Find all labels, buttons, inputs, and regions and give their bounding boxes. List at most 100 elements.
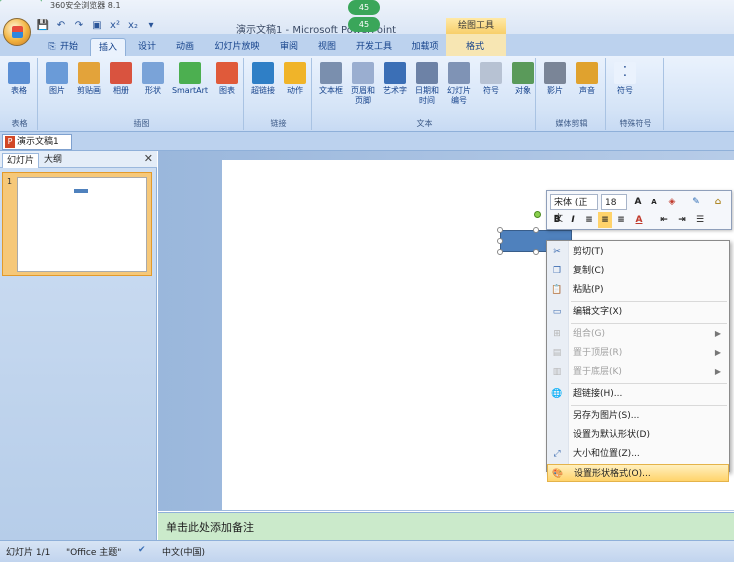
ribbon-button[interactable]: 艺术字 [380, 62, 410, 96]
ribbon: 表格 表格 图片 剪贴画 相册 形状 SmartArt 图表 插图 超链接 动作 链接 文本框 页眉和 页… [0, 56, 734, 132]
notes-pane[interactable]: 单击此处添加备注 [158, 512, 734, 540]
omega-icon [480, 62, 502, 84]
line-color-icon[interactable]: ✎ [689, 194, 703, 210]
context-menu-item[interactable]: 另存为图片(S)... [547, 407, 729, 425]
tab-format[interactable]: 格式 [460, 38, 490, 56]
tab-insert[interactable]: 插入 [90, 38, 126, 56]
align-center-icon[interactable]: ≡ [598, 212, 612, 228]
status-language[interactable]: 中文(中国) [162, 545, 205, 558]
ribbon-group-label: 特殊符号 [619, 119, 652, 128]
tab-addins[interactable]: 加载项 [408, 38, 442, 56]
decrease-indent-icon[interactable]: ⇤ [657, 212, 671, 228]
notification-badge[interactable]: 45 45 [348, 0, 380, 32]
ribbon-button-label: 符号 [617, 86, 633, 95]
superscript-icon[interactable]: x² [108, 19, 122, 32]
context-menu-item[interactable]: 📋 粘贴(P) [547, 281, 729, 299]
ribbon-button[interactable]: 图片 [42, 62, 72, 96]
star-icon [284, 62, 306, 84]
calendar-icon [416, 62, 438, 84]
document-tab[interactable]: 演示文稿1 [2, 134, 72, 150]
resize-handle-nw[interactable] [497, 227, 503, 233]
close-icon[interactable]: ✕ [144, 152, 153, 165]
font-name-select[interactable]: 宋体 (正文 [550, 194, 598, 224]
redo-icon[interactable]: ↷ [72, 19, 86, 32]
format-painter-icon[interactable]: ⌂ [711, 194, 725, 210]
ribbon-button[interactable]: 剪贴画 [74, 62, 104, 96]
ribbon-button[interactable]: 符号 [476, 62, 506, 96]
bold-button[interactable]: B [550, 212, 564, 228]
align-right-icon[interactable]: ≡ [614, 212, 628, 228]
customize-qat-icon[interactable]: ▾ [144, 19, 158, 32]
context-menu-item[interactable]: ❐ 复制(C) [547, 262, 729, 280]
ribbon-button[interactable]: 页眉和 页脚 [348, 62, 378, 106]
align-left-icon[interactable]: ≡ [582, 212, 596, 228]
ribbon-button[interactable]: 动作 [280, 62, 310, 96]
save-icon[interactable]: 💾 [36, 19, 50, 32]
ribbon-button[interactable]: 表格 [4, 62, 34, 96]
ribbon-button-label: 页眉和 页脚 [351, 86, 375, 105]
shrink-font-icon[interactable]: A [647, 194, 661, 210]
resize-handle-w[interactable] [497, 238, 503, 244]
tab-review[interactable]: 审阅 [276, 38, 302, 56]
ribbon-button[interactable]: 相册 [106, 62, 136, 96]
subscript-icon[interactable]: x₂ [126, 19, 140, 32]
font-size-select[interactable]: 18 [601, 194, 627, 210]
fill-color-icon[interactable]: ◈ [665, 194, 679, 210]
rotation-handle[interactable] [534, 211, 541, 218]
grow-font-icon[interactable]: A [631, 194, 645, 210]
ribbon-button[interactable]: 幻灯片 编号 [444, 62, 474, 106]
ribbon-button-label: 对象 [515, 86, 531, 95]
font-color-icon[interactable]: A [632, 212, 646, 228]
edit-text-icon: ▭ [552, 307, 562, 317]
ribbon-button[interactable]: 声音 [572, 62, 602, 96]
office-button[interactable] [3, 18, 31, 46]
lock-icon[interactable]: ▣ [90, 19, 104, 32]
status-bar: 幻灯片 1/1 "Office 主题" ✔ 中文(中国) [0, 540, 734, 562]
undo-icon[interactable]: ↶ [54, 19, 68, 32]
slide-number: 1 [7, 177, 13, 186]
context-menu-item[interactable]: ▭ 编辑文字(X) [547, 303, 729, 321]
ribbon-button[interactable]: 日期和 时间 [412, 62, 442, 106]
context-menu-item[interactable]: 🎨 设置形状格式(O)... [547, 464, 729, 482]
context-menu-item[interactable]: ⤢ 大小和位置(Z)... [547, 445, 729, 463]
resize-handle-n[interactable] [533, 227, 539, 233]
spellcheck-icon[interactable]: ✔ [138, 545, 146, 555]
ribbon-button-label: 文本框 [319, 86, 343, 95]
tab-slideshow[interactable]: 幻灯片放映 [210, 38, 264, 56]
context-menu-item[interactable]: 🌐 超链接(H)... [547, 385, 729, 403]
ribbon-button[interactable]: SmartArt [170, 62, 210, 96]
context-menu-item[interactable]: ✂ 剪切(T) [547, 243, 729, 261]
tab-slides[interactable]: 幻灯片 [2, 153, 40, 168]
ribbon-button[interactable]: 对象 [508, 62, 538, 96]
resize-handle-s[interactable] [533, 249, 539, 255]
globe-icon [252, 62, 274, 84]
ribbon-button-label: 影片 [547, 86, 563, 95]
slide-thumbnail[interactable]: 1 [2, 172, 152, 276]
tab-view[interactable]: 视图 [314, 38, 340, 56]
tab-home[interactable]: 开始 [56, 38, 82, 56]
ribbon-button-label: 日期和 时间 [415, 86, 439, 105]
tab-animation[interactable]: 动画 [172, 38, 198, 56]
menu-separator [571, 301, 727, 302]
clipart-icon [78, 62, 100, 84]
tab-outline[interactable]: 大纲 [40, 153, 66, 168]
ribbon-button[interactable]: 超链接 [248, 62, 278, 96]
ribbon-button-label: 形状 [145, 86, 161, 95]
tab-design[interactable]: 设计 [134, 38, 160, 56]
resize-handle-sw[interactable] [497, 249, 503, 255]
ribbon-button[interactable]: ⁚ 符号 [610, 62, 640, 96]
italic-button[interactable]: I [566, 212, 580, 228]
ribbon-button[interactable]: 形状 [138, 62, 168, 96]
ribbon-button-label: 图表 [219, 86, 235, 95]
increase-indent-icon[interactable]: ⇥ [675, 212, 689, 228]
context-menu-item-label: 编辑文字(X) [573, 307, 623, 317]
ribbon-button[interactable]: 图表 [212, 62, 242, 96]
tab-developer[interactable]: 开发工具 [352, 38, 396, 56]
ribbon-button[interactable]: 影片 [540, 62, 570, 96]
context-menu-item: ▥ 置于底层(K) ▶ [547, 363, 729, 381]
bullets-icon[interactable]: ☰ [693, 212, 707, 228]
ribbon-button[interactable]: 文本框 [316, 62, 346, 96]
context-menu-item-label: 粘贴(P) [573, 285, 604, 295]
context-menu-item[interactable]: 设置为默认形状(D) [547, 426, 729, 444]
ribbon-button-label: 动作 [287, 86, 303, 95]
